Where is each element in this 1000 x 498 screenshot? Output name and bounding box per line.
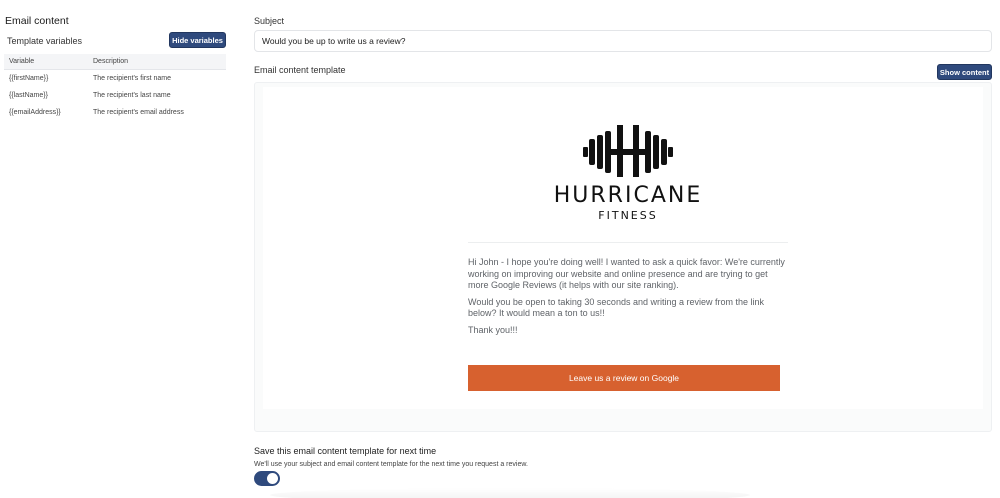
table-row: {{lastName}} The recipient's last name	[4, 87, 226, 104]
subject-label: Subject	[254, 16, 285, 26]
leave-review-button[interactable]: Leave us a review on Google	[468, 365, 780, 391]
email-paragraph: Thank you!!!	[468, 324, 518, 335]
subject-input[interactable]	[254, 30, 992, 52]
save-template-toggle[interactable]	[254, 471, 280, 486]
variable-cell: {{emailAddress}}	[9, 109, 61, 116]
toggle-knob	[267, 473, 278, 484]
save-template-label: Save this email content template for nex…	[254, 446, 437, 456]
variable-cell: {{firstName}}	[9, 75, 49, 82]
email-paragraph: Hi John - I hope you're doing well! I wa…	[468, 257, 785, 290]
table-row: {{firstName}} The recipient's first name	[4, 70, 226, 87]
email-paragraph: Would you be open to taking 30 seconds a…	[468, 296, 765, 319]
logo-subtitle: FITNESS	[598, 209, 658, 222]
divider	[468, 242, 788, 243]
section-title: Email content	[5, 15, 69, 27]
template-variables-label: Template variables	[7, 36, 83, 46]
variable-cell: {{lastName}}	[9, 92, 48, 99]
description-cell: The recipient's email address	[93, 109, 184, 116]
email-preview: HURRICANE FITNESS Hi John - I hope you'r…	[254, 82, 992, 432]
email-content-template-label: Email content template	[254, 65, 346, 75]
show-content-button[interactable]: Show content	[937, 64, 992, 80]
description-cell: The recipient's last name	[93, 92, 171, 99]
column-header-description: Description	[93, 58, 129, 65]
variables-table: Variable Description {{firstName}} The r…	[4, 54, 226, 121]
bottom-shadow	[270, 488, 750, 498]
table-row: {{emailAddress}} The recipient's email a…	[4, 104, 226, 121]
save-template-help: We'll use your subject and email content…	[254, 461, 528, 468]
logo-wordmark: HURRICANE	[553, 183, 703, 208]
description-cell: The recipient's first name	[93, 75, 171, 82]
email-card: HURRICANE FITNESS Hi John - I hope you'r…	[263, 87, 983, 409]
email-body: Hi John - I hope you're doing well! I wa…	[468, 257, 788, 341]
table-header: Variable Description	[4, 54, 226, 70]
column-header-variable: Variable	[9, 58, 35, 65]
hide-variables-button[interactable]: Hide variables	[169, 32, 226, 48]
